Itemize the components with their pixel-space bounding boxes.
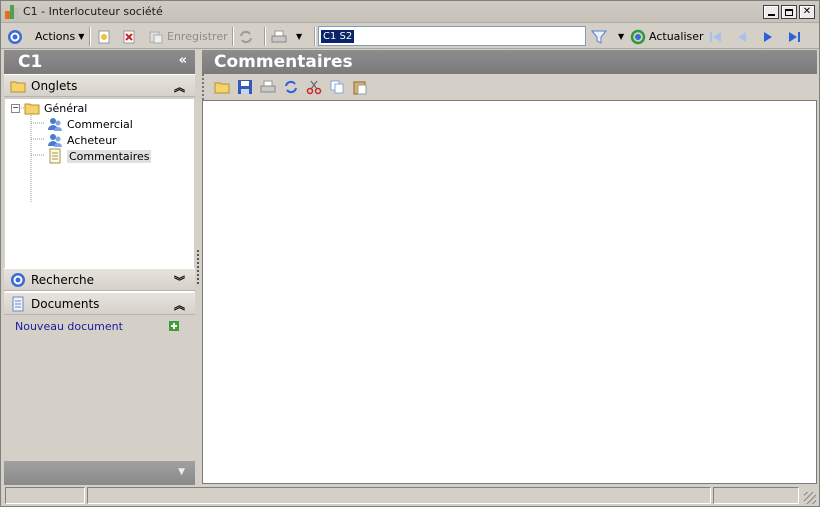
title-bar: C1 - Interlocuteur société ✕ — [1, 1, 819, 23]
app-icon — [5, 5, 19, 19]
tree-node-general[interactable]: − Général — [11, 100, 87, 116]
previous-record-button[interactable] — [734, 27, 750, 46]
save-button[interactable]: Enregistrer — [148, 27, 228, 46]
add-icon[interactable] — [169, 321, 179, 331]
first-icon — [710, 31, 721, 42]
users-icon — [48, 118, 62, 131]
target-icon — [11, 272, 25, 287]
tabs-section-label: Onglets — [31, 78, 78, 93]
tree-item-acheteur[interactable]: Acheteur — [47, 132, 117, 148]
tree-item-commentaires[interactable]: Commentaires — [47, 148, 152, 164]
maximize-button[interactable] — [781, 5, 797, 19]
status-bar — [1, 485, 819, 506]
tree-item-commercial-label: Commercial — [67, 117, 133, 131]
status-cell-3 — [713, 487, 799, 504]
next-icon — [764, 31, 772, 42]
folder-open-icon — [24, 103, 40, 115]
filter-icon — [591, 30, 607, 44]
new-button[interactable] — [96, 27, 112, 46]
close-button[interactable]: ✕ — [799, 5, 815, 19]
refresh-icon[interactable] — [283, 79, 299, 95]
vertical-splitter[interactable] — [196, 50, 201, 484]
next-record-button[interactable] — [760, 27, 776, 46]
editor-toolbar — [202, 74, 817, 100]
tree-item-commercial[interactable]: Commercial — [47, 116, 133, 132]
nav-target-button[interactable] — [7, 27, 23, 46]
search-section-label: Recherche — [31, 272, 95, 287]
page-title: Commentaires — [202, 50, 817, 74]
open-folder-icon[interactable] — [214, 79, 230, 95]
print-button[interactable]: ▼ — [271, 27, 302, 46]
window-title: C1 - Interlocuteur société — [23, 5, 163, 18]
delete-button[interactable] — [121, 27, 137, 46]
documents-section-header[interactable]: Documents ︽ — [4, 292, 195, 315]
left-panel: C1 « Onglets ︽ − Général Commercial Ache… — [4, 50, 195, 485]
cut-icon[interactable] — [306, 79, 322, 95]
paste-icon[interactable] — [352, 79, 368, 95]
expand-down-icon[interactable]: ︾ — [174, 273, 185, 289]
new-document-link[interactable]: Nouveau document — [15, 320, 123, 333]
collapse-panel-icon[interactable]: « — [179, 53, 187, 68]
chevron-down-icon[interactable]: ▼ — [178, 467, 185, 477]
last-icon — [789, 31, 800, 42]
printer-icon[interactable] — [260, 79, 276, 95]
minimize-button[interactable] — [763, 5, 779, 19]
note-icon — [49, 148, 61, 164]
main-panel: Commentaires — [202, 50, 817, 484]
filter-dropdown-caret-icon[interactable]: ▼ — [618, 32, 624, 41]
copy-icon[interactable] — [329, 79, 345, 95]
refresh-button[interactable]: Actualiser — [630, 27, 704, 46]
main-toolbar: Actions ▼ Enregistrer ▼ C1 S2 ▼ Actualis… — [1, 24, 819, 49]
first-record-button[interactable] — [708, 27, 724, 46]
actions-menu-button[interactable]: Actions ▼ — [35, 27, 84, 46]
left-panel-title-text: C1 — [18, 52, 43, 72]
new-document-icon — [98, 30, 110, 43]
delete-icon — [123, 30, 135, 43]
tree-item-commentaires-label: Commentaires — [67, 149, 152, 163]
folder-icon — [10, 81, 26, 92]
app-window: C1 - Interlocuteur société ✕ Actions ▼ E… — [0, 0, 820, 507]
filter-button[interactable]: ▼ — [591, 27, 624, 46]
printer-icon — [271, 30, 287, 42]
left-panel-title: C1 « — [4, 50, 195, 74]
search-input-value: C1 S2 — [321, 30, 355, 43]
tree-node-general-label: Général — [44, 101, 88, 115]
caret-down-icon: ▼ — [78, 32, 85, 41]
save-icon[interactable] — [237, 79, 253, 95]
actions-label: Actions — [35, 30, 76, 43]
status-cell-2 — [87, 487, 711, 504]
refresh-icon — [630, 29, 646, 44]
save-label: Enregistrer — [167, 30, 228, 43]
print-dropdown-caret-icon[interactable]: ▼ — [296, 32, 302, 41]
collapse-up-icon[interactable]: ︽ — [174, 79, 185, 95]
last-record-button[interactable] — [786, 27, 802, 46]
document-icon — [12, 296, 24, 311]
search-input[interactable]: C1 S2 — [318, 26, 586, 46]
documents-section-label: Documents — [31, 296, 100, 311]
status-cell-1 — [5, 487, 85, 504]
search-section-header[interactable]: Recherche ︾ — [4, 268, 195, 291]
left-panel-footer[interactable]: ▼ — [4, 461, 195, 485]
tree-item-acheteur-label: Acheteur — [67, 133, 117, 147]
sync-icon — [240, 30, 252, 43]
target-icon — [8, 29, 22, 44]
tabs-section-header[interactable]: Onglets ︽ — [4, 74, 195, 97]
previous-icon — [738, 31, 746, 42]
resize-grip-icon[interactable] — [804, 492, 816, 504]
refresh-label: Actualiser — [649, 30, 704, 43]
collapse-up-icon[interactable]: ︽ — [174, 297, 185, 313]
comments-editor[interactable] — [202, 100, 817, 484]
collapse-minus-icon[interactable]: − — [11, 103, 20, 113]
save-disabled-icon — [149, 31, 163, 43]
users-icon — [48, 134, 62, 147]
sync-button[interactable] — [238, 27, 254, 46]
